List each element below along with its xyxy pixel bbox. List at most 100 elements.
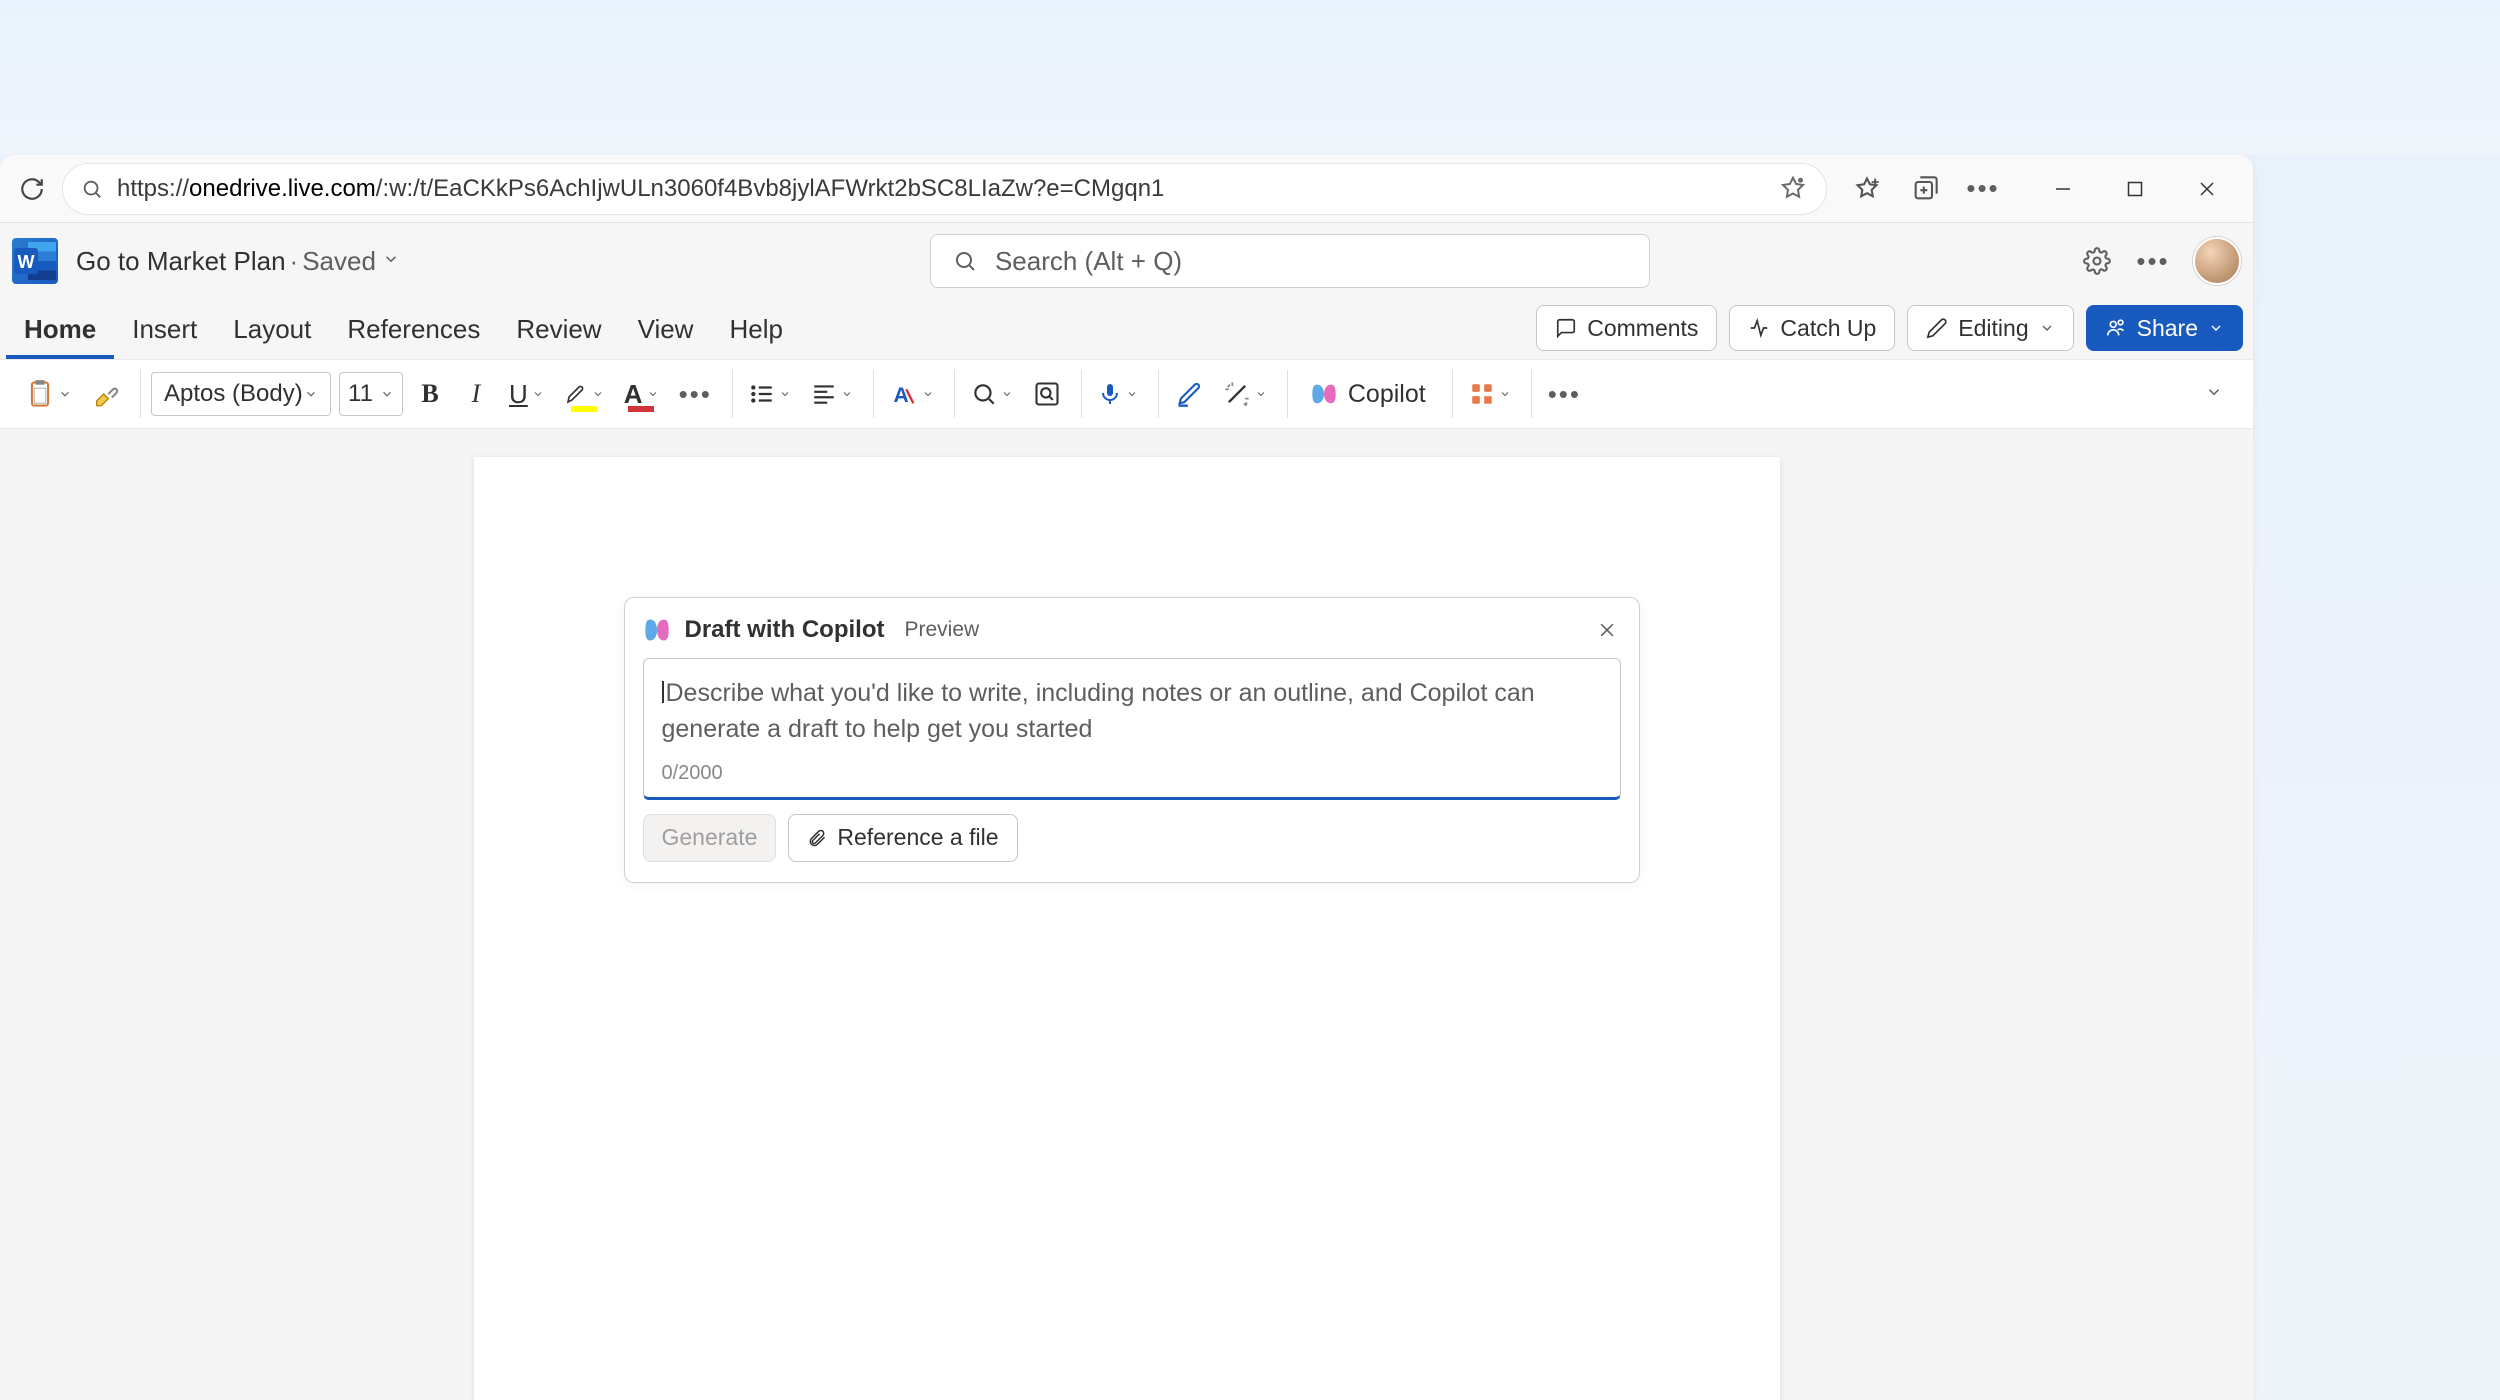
preview-badge: Preview bbox=[904, 618, 979, 642]
font-name-value: Aptos (Body) bbox=[164, 380, 303, 408]
browser-more-button[interactable]: ••• bbox=[1963, 169, 2003, 209]
doc-name-chevron[interactable] bbox=[382, 250, 400, 273]
format-painter-button[interactable] bbox=[86, 372, 126, 416]
share-people-icon bbox=[2105, 317, 2127, 339]
share-label: Share bbox=[2137, 315, 2198, 342]
favorites-button[interactable] bbox=[1847, 169, 1887, 209]
comment-icon bbox=[1555, 317, 1577, 339]
font-color-button[interactable]: A bbox=[618, 372, 665, 416]
paperclip-icon bbox=[807, 828, 827, 848]
reload-button[interactable] bbox=[10, 167, 54, 211]
add-ins-button[interactable] bbox=[1463, 372, 1517, 416]
ribbon-toolbar: Aptos (Body) 11 B I U A ••• bbox=[0, 359, 2253, 429]
window-minimize[interactable] bbox=[2027, 161, 2099, 217]
designer-button[interactable] bbox=[1217, 372, 1273, 416]
chevron-down-icon bbox=[922, 388, 934, 400]
tab-view[interactable]: View bbox=[620, 314, 712, 359]
collections-button[interactable] bbox=[1905, 169, 1945, 209]
font-color-swatch bbox=[628, 406, 654, 412]
align-left-icon bbox=[811, 381, 837, 407]
address-bar[interactable]: https://onedrive.live.com/:w:/t/EaCKkPs6… bbox=[62, 163, 1827, 215]
chevron-down-icon bbox=[592, 388, 604, 400]
font-name-select[interactable]: Aptos (Body) bbox=[151, 372, 331, 416]
copilot-card-close-button[interactable] bbox=[1593, 616, 1621, 644]
window-maximize[interactable] bbox=[2099, 161, 2171, 217]
clipboard-icon bbox=[26, 379, 54, 409]
chevron-down-icon bbox=[1001, 388, 1013, 400]
magic-wand-icon bbox=[1223, 380, 1251, 408]
list-bullets-icon bbox=[749, 381, 775, 407]
font-size-value: 11 bbox=[348, 380, 373, 408]
settings-button[interactable] bbox=[2081, 245, 2113, 277]
editor-pen-icon bbox=[1175, 380, 1203, 408]
styles-button[interactable]: A bbox=[884, 372, 940, 416]
gear-icon bbox=[2083, 247, 2111, 275]
ribbon-tabs-row: Home Insert Layout References Review Vie… bbox=[0, 299, 2253, 359]
italic-button[interactable]: I bbox=[457, 372, 495, 416]
comments-label: Comments bbox=[1587, 315, 1698, 342]
chevron-down-icon bbox=[779, 388, 791, 400]
generate-button[interactable]: Generate bbox=[643, 814, 777, 862]
search-icon bbox=[81, 178, 103, 200]
header-more-button[interactable]: ••• bbox=[2137, 245, 2169, 277]
italic-icon: I bbox=[472, 379, 481, 409]
underline-button[interactable]: U bbox=[503, 372, 550, 416]
user-avatar[interactable] bbox=[2193, 237, 2241, 285]
activity-icon bbox=[1748, 317, 1770, 339]
search-icon bbox=[953, 249, 977, 273]
editing-mode-button[interactable]: Editing bbox=[1907, 305, 2073, 351]
reload-icon bbox=[19, 176, 45, 202]
highlight-swatch bbox=[571, 406, 597, 412]
window-close[interactable] bbox=[2171, 161, 2243, 217]
reference-file-button[interactable]: Reference a file bbox=[788, 814, 1017, 862]
save-status-separator: · bbox=[290, 246, 299, 277]
search-box[interactable]: Search (Alt + Q) bbox=[930, 234, 1650, 288]
document-page[interactable]: Draft with Copilot Preview Describe what… bbox=[474, 457, 1780, 1400]
document-name[interactable]: Go to Market Plan bbox=[76, 246, 286, 277]
bold-icon: B bbox=[421, 379, 438, 409]
styles-icon: A bbox=[890, 380, 918, 408]
editing-label: Editing bbox=[1958, 315, 2028, 342]
reference-file-label: Reference a file bbox=[837, 824, 998, 851]
copilot-char-count: 0/2000 bbox=[662, 762, 1602, 785]
copilot-prompt-input[interactable]: Describe what you'd like to write, inclu… bbox=[643, 658, 1621, 800]
tab-help[interactable]: Help bbox=[711, 314, 800, 359]
word-app-icon[interactable]: W bbox=[12, 238, 58, 284]
bullets-button[interactable] bbox=[743, 372, 797, 416]
tab-layout[interactable]: Layout bbox=[215, 314, 329, 359]
svg-text:W: W bbox=[18, 252, 35, 272]
copilot-card-header: Draft with Copilot Preview bbox=[643, 616, 1621, 644]
paste-button[interactable] bbox=[20, 372, 78, 416]
more-dots-icon: ••• bbox=[2136, 246, 2169, 277]
editor-button[interactable] bbox=[1169, 372, 1209, 416]
alignment-button[interactable] bbox=[805, 372, 859, 416]
find-button[interactable] bbox=[965, 372, 1019, 416]
tab-review[interactable]: Review bbox=[498, 314, 619, 359]
star-icon bbox=[1853, 175, 1881, 203]
chevron-down-icon bbox=[532, 388, 544, 400]
collapse-ribbon-button[interactable] bbox=[2205, 383, 2233, 406]
paintbrush-icon bbox=[92, 380, 120, 408]
copilot-icon bbox=[643, 616, 671, 644]
ribbon-overflow-button[interactable]: ••• bbox=[1542, 372, 1587, 416]
star-sparkle-icon[interactable] bbox=[1778, 174, 1808, 204]
tab-insert[interactable]: Insert bbox=[114, 314, 215, 359]
dictate-button[interactable] bbox=[1092, 372, 1144, 416]
share-button[interactable]: Share bbox=[2086, 305, 2243, 351]
close-icon bbox=[2198, 180, 2216, 198]
highlight-color-button[interactable] bbox=[558, 372, 610, 416]
font-color-a-icon: A bbox=[624, 379, 643, 410]
comments-button[interactable]: Comments bbox=[1536, 305, 1717, 351]
reading-view-button[interactable] bbox=[1027, 372, 1067, 416]
tab-home[interactable]: Home bbox=[6, 314, 114, 359]
copilot-icon bbox=[1310, 380, 1338, 408]
browser-address-bar-row: https://onedrive.live.com/:w:/t/EaCKkPs6… bbox=[0, 155, 2253, 223]
highlighter-icon bbox=[564, 382, 588, 406]
copilot-ribbon-button[interactable]: Copilot bbox=[1298, 372, 1438, 416]
catch-up-button[interactable]: Catch Up bbox=[1729, 305, 1895, 351]
tab-references[interactable]: References bbox=[329, 314, 498, 359]
font-more-button[interactable]: ••• bbox=[673, 372, 718, 416]
font-size-select[interactable]: 11 bbox=[339, 372, 403, 416]
chevron-down-icon bbox=[382, 250, 400, 268]
bold-button[interactable]: B bbox=[411, 372, 449, 416]
